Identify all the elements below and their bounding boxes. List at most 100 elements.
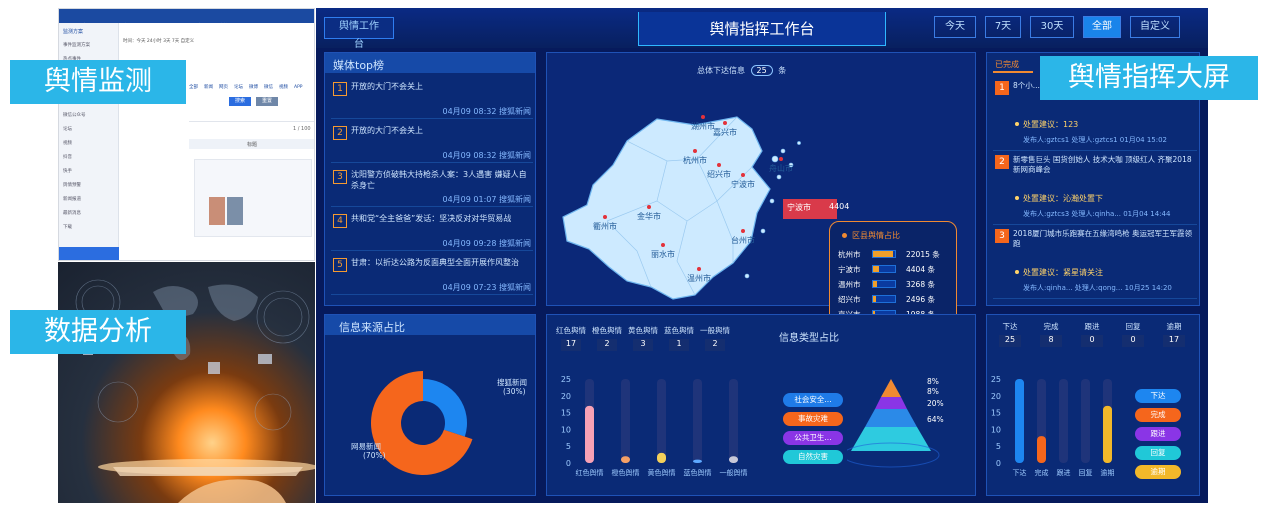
search-button[interactable]: 搜索 — [229, 97, 251, 106]
media-top-item[interactable]: 5 甘肃：以折达公路为反面典型全面开展作风整治 04月09 07:23 搜狐新闻 — [331, 255, 533, 295]
monitor-sidebar-title[interactable]: 监测方案 — [63, 28, 83, 35]
city-label[interactable]: 温州市 — [687, 273, 711, 284]
city-label[interactable]: 宁波市 — [731, 179, 755, 190]
status-legend-item[interactable]: 完成 — [1135, 408, 1181, 422]
status-count: 25 — [999, 335, 1021, 347]
monitor-sidebar-item[interactable]: 视频 — [63, 137, 117, 151]
tab-completed[interactable]: 已完成 — [995, 59, 1019, 70]
bar-track — [1059, 379, 1068, 463]
city-label[interactable]: 绍兴市 — [707, 169, 731, 180]
region-row: 绍兴市 2496 条 — [838, 293, 956, 307]
media-top-item[interactable]: 3 沈阳警方侦破韩大持枪杀人案：3人遇害 嫌疑人自杀身亡 04月09 01:07 搜… — [331, 167, 533, 207]
bar[interactable] — [621, 456, 630, 463]
sidebar-active-item[interactable] — [59, 247, 119, 260]
city-dot — [779, 157, 783, 161]
monitor-channel-tab[interactable]: 新闻 — [204, 84, 213, 90]
region-bar — [872, 295, 896, 303]
city-label[interactable]: 丽水市 — [651, 249, 675, 260]
status-legend: 下达完成跟进回复逾期 — [1135, 389, 1191, 489]
info-type-pill[interactable]: 社会安全... — [783, 393, 843, 407]
handled-item-meta: 发布人:qinha... 处理人:qong... 10月25 14:20 — [1023, 284, 1172, 292]
info-type-pill[interactable]: 自然灾害 — [783, 450, 843, 464]
monitor-thumbnail-2 — [227, 197, 243, 225]
x-tick-label: 红色舆情 — [576, 468, 604, 477]
monitor-nav-item[interactable]: 已读中心 — [146, 24, 164, 29]
monitor-sidebar-item[interactable]: 舆情预警 — [63, 179, 117, 193]
monitor-sidebar-item[interactable]: 快手 — [63, 165, 117, 179]
media-top-item[interactable]: 4 共和党“全主爸爸”发话：坚决反对对华贸易战 04月09 09:28 搜狐新闻 — [331, 211, 533, 251]
monitor-channel-tab[interactable]: APP — [294, 85, 303, 90]
city-label[interactable]: 嘉兴市 — [713, 127, 737, 138]
filter-5[interactable]: 自定义 — [1130, 16, 1180, 38]
highlight-city[interactable]: 宁波市 — [787, 202, 811, 213]
monitor-sidebar-item[interactable]: 新闻报道 — [63, 193, 117, 207]
bar[interactable] — [1103, 405, 1112, 463]
city-label[interactable]: 舟山市 — [769, 163, 793, 174]
info-type-pill[interactable]: 事故灾难 — [783, 412, 843, 426]
monitor-sidebar-item[interactable]: 下载 — [63, 221, 117, 235]
bar[interactable] — [657, 452, 666, 463]
filter-2[interactable]: 7天 — [985, 16, 1021, 38]
monitor-channel-tab[interactable]: 全部 — [189, 84, 198, 90]
monitor-nav-item[interactable]: 数据大屏 — [238, 24, 256, 29]
map-summary-prefix: 总体下达信息 — [697, 66, 745, 75]
bar[interactable] — [585, 405, 594, 463]
source-share-panel: 信息来源占比 搜狐新闻 (30%) 网易新闻 (70%) — [324, 314, 536, 496]
reset-button[interactable]: 重置 — [256, 97, 278, 106]
handled-item[interactable]: 3 2018厦门城市乐跑赛在五缘湾鸣枪 奥运冠军王军霞领跑 处置建议：紧星请关注 发布… — [993, 227, 1197, 299]
bar[interactable] — [693, 459, 702, 463]
alert-level-panel: 红色舆情 17 橙色舆情 2 黄色舆情 3 蓝色舆情 1 一般舆情 2 0 5 10 15 20 25 红色舆… — [546, 314, 976, 496]
monitor-nav-item[interactable]: 数据分析 — [169, 24, 187, 29]
pie-slice[interactable] — [423, 379, 467, 437]
bar[interactable] — [1037, 436, 1046, 463]
bar-track — [1081, 379, 1090, 463]
monitor-sidebar-item[interactable]: 论坛 — [63, 123, 117, 137]
filter-3[interactable]: 30天 — [1030, 16, 1074, 38]
y-tick-label: 25 — [561, 375, 571, 384]
city-label[interactable]: 金华市 — [637, 211, 661, 222]
monitor-nav-item[interactable]: 舆情报告 — [192, 24, 210, 29]
time-filters: 今天 7天 30天 全部 自定义 — [932, 8, 1208, 48]
alert-level-count: 2 — [705, 339, 725, 351]
status-legend-item[interactable]: 跟进 — [1135, 427, 1181, 441]
monitor-sidebar-item[interactable]: 事件监测方案 — [63, 39, 117, 53]
y-tick-label: 15 — [991, 409, 1001, 418]
status-legend-item[interactable]: 回复 — [1135, 446, 1181, 460]
handled-item[interactable]: 2 新零售巨头 国货创始人 技术大咖 顶级红人 齐聚2018新网商峰会 处置建议：沁… — [993, 153, 1197, 225]
handled-items: 1 8个小... 处置建议：123 发布人:gztcs1 处理人:gztcs1 01月… — [987, 79, 1201, 305]
city-label[interactable]: 衢州市 — [593, 221, 617, 232]
y-tick-label: 10 — [991, 425, 1001, 434]
city-label[interactable]: 湖州市 — [691, 121, 715, 132]
rank-badge: 1 — [333, 82, 347, 96]
media-top-item[interactable]: 2 开放的大门不会关上 04月09 08:32 搜狐新闻 — [331, 123, 533, 163]
city-label[interactable]: 台州市 — [731, 235, 755, 246]
monitor-sidebar-item[interactable]: 微信公众号 — [63, 109, 117, 123]
pyramid-pct-label: 20% — [927, 399, 944, 408]
city-dot — [603, 215, 607, 219]
monitor-channel-tab[interactable]: 论坛 — [234, 84, 243, 90]
monitor-channel-tab[interactable]: 视频 — [279, 84, 288, 90]
info-type-pill[interactable]: 公共卫生... — [783, 431, 843, 445]
bar[interactable] — [729, 456, 738, 463]
monitor-channel-tab[interactable]: 微信 — [264, 84, 273, 90]
advice-dot-icon — [1015, 270, 1019, 274]
filter-4[interactable]: 全部 — [1083, 16, 1121, 38]
netease-pct: (70%) — [363, 451, 386, 460]
monitor-channel-tab[interactable]: 网页 — [219, 84, 228, 90]
media-top-item[interactable]: 1 开放的大门不会关上 04月09 08:32 搜狐新闻 — [331, 79, 533, 119]
media-top-item-time: 04月09 01:07 搜狐新闻 — [442, 195, 532, 204]
filter-1[interactable]: 今天 — [934, 16, 976, 38]
monitor-sidebar-item[interactable]: 最新消息 — [63, 207, 117, 221]
bar[interactable] — [1015, 379, 1024, 463]
y-tick-label: 20 — [561, 392, 571, 401]
rank-badge: 2 — [333, 126, 347, 140]
monitor-channel-tab[interactable]: 微博 — [249, 84, 258, 90]
status-legend-item[interactable]: 逾期 — [1135, 465, 1181, 479]
workbench-button[interactable]: 舆情工作台 — [324, 17, 394, 50]
city-label[interactable]: 杭州市 — [683, 155, 707, 166]
region-bar-fill — [873, 266, 879, 272]
monitor-nav-item[interactable]: 全文搜索 — [123, 24, 141, 29]
monitor-sidebar-item[interactable]: 抖音 — [63, 151, 117, 165]
status-legend-item[interactable]: 下达 — [1135, 389, 1181, 403]
monitor-nav-item[interactable]: 用户管理 — [215, 24, 233, 29]
